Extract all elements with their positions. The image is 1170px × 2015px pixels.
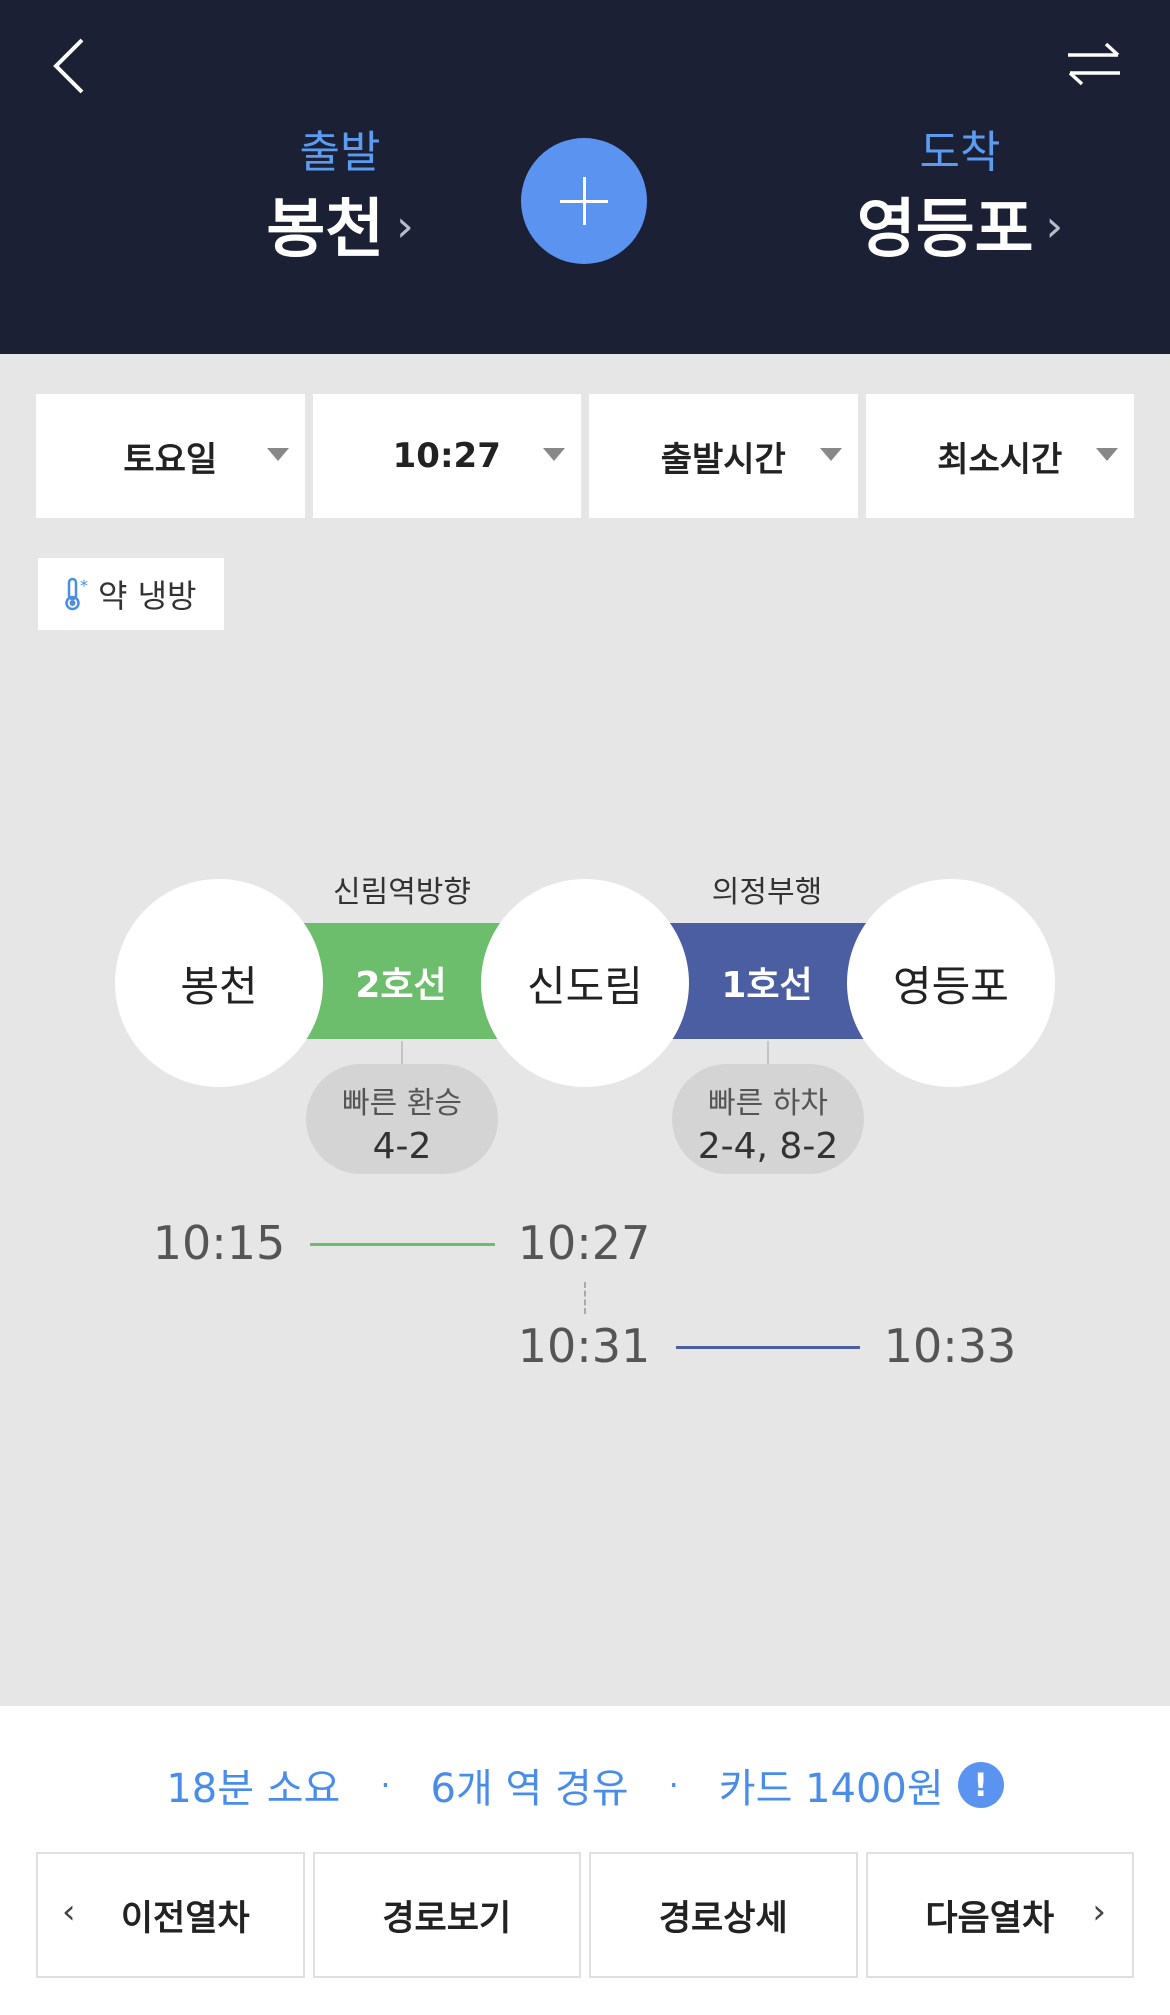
separator-dot: · bbox=[380, 1766, 391, 1804]
line-badge: 1호선 bbox=[721, 965, 813, 1006]
station-node[interactable]: 신도림 bbox=[481, 879, 689, 1087]
prev-train-button[interactable]: ‹ 이전열차 bbox=[36, 1852, 305, 1978]
time-select[interactable]: 10:27 bbox=[312, 394, 581, 518]
bottom-panel: 18분 소요 · 6개 역 경유 · 카드 1400원 ! ‹ 이전열차 경로보… bbox=[0, 1706, 1170, 2015]
next-train-button[interactable]: 다음열차 › bbox=[865, 1852, 1134, 1978]
thermometer-icon: * bbox=[65, 576, 88, 611]
dropdown-arrow-icon bbox=[266, 448, 289, 461]
day-select[interactable]: 토요일 bbox=[36, 394, 305, 518]
direction-label: 의정부행 bbox=[711, 875, 823, 910]
separator-dot: · bbox=[668, 1766, 679, 1804]
leg1-time-line bbox=[310, 1243, 495, 1246]
direction-label: 신림역방향 bbox=[333, 875, 471, 910]
cooling-badge: * 약 냉방 bbox=[38, 558, 224, 630]
fare-text: 카드 1400원 bbox=[718, 1766, 944, 1812]
station-node[interactable]: 영등포 bbox=[847, 879, 1055, 1087]
chevron-right-icon: › bbox=[1092, 1892, 1106, 1932]
arrival-station-name: 영등포 bbox=[856, 193, 1034, 267]
trip-summary: 18분 소요 · 6개 역 경유 · 카드 1400원 ! bbox=[0, 1756, 1170, 1814]
line-badge: 2호선 bbox=[355, 965, 447, 1006]
time-type-select[interactable]: 출발시간 bbox=[589, 394, 858, 518]
add-waypoint-button[interactable] bbox=[521, 138, 647, 264]
train-nav-bar: ‹ 이전열차 경로보기 경로상세 다음열차 › bbox=[36, 1852, 1134, 1978]
cooling-label: 약 냉방 bbox=[98, 577, 197, 615]
arrival-label: 도착 bbox=[919, 127, 1001, 178]
leg2-time-line bbox=[676, 1346, 860, 1349]
filter-bar: 토요일 10:27 출발시간 최소시간 bbox=[36, 394, 1134, 518]
swap-stations-button[interactable] bbox=[1064, 40, 1124, 90]
back-button[interactable] bbox=[50, 36, 90, 96]
sort-select[interactable]: 최소시간 bbox=[865, 394, 1134, 518]
quick-exit-tip: 빠른 하차 2-4, 8-2 bbox=[672, 1064, 864, 1174]
departure-station-name: 봉천 bbox=[266, 193, 385, 267]
chevron-left-icon: ‹ bbox=[62, 1892, 76, 1932]
duration-text: 18분 소요 bbox=[166, 1766, 341, 1812]
stations-count-text: 6개 역 경유 bbox=[430, 1766, 629, 1812]
leg1-depart-time: 10:15 bbox=[152, 1216, 286, 1270]
swap-arrows-icon bbox=[1068, 42, 1120, 86]
dropdown-arrow-icon bbox=[1096, 448, 1118, 461]
info-icon[interactable]: ! bbox=[957, 1762, 1004, 1808]
leg2-arrive-time: 10:33 bbox=[883, 1319, 1017, 1373]
chevron-right-icon: › bbox=[1045, 201, 1064, 253]
leg1-arrive-time: 10:27 bbox=[517, 1216, 651, 1270]
route-view-button[interactable]: 경로보기 bbox=[312, 1852, 581, 1978]
chevron-right-icon: › bbox=[396, 201, 414, 253]
svg-text:*: * bbox=[80, 576, 88, 595]
quick-transfer-tip: 빠른 환승 4-2 bbox=[306, 1064, 498, 1174]
dropdown-arrow-icon bbox=[543, 448, 565, 461]
station-node[interactable]: 봉천 bbox=[115, 879, 323, 1087]
app-header: 출발 봉천 › 도착 영등포 › bbox=[0, 0, 1170, 354]
departure-station[interactable]: 출발 봉천 › bbox=[160, 125, 520, 278]
dropdown-arrow-icon bbox=[819, 448, 842, 461]
transfer-dashed-line bbox=[584, 1282, 586, 1314]
chevron-left-icon bbox=[53, 38, 84, 94]
departure-label: 출발 bbox=[299, 127, 381, 178]
route-detail-button[interactable]: 경로상세 bbox=[589, 1852, 858, 1978]
leg2-depart-time: 10:31 bbox=[517, 1319, 651, 1373]
arrival-station[interactable]: 도착 영등포 › bbox=[750, 125, 1170, 278]
